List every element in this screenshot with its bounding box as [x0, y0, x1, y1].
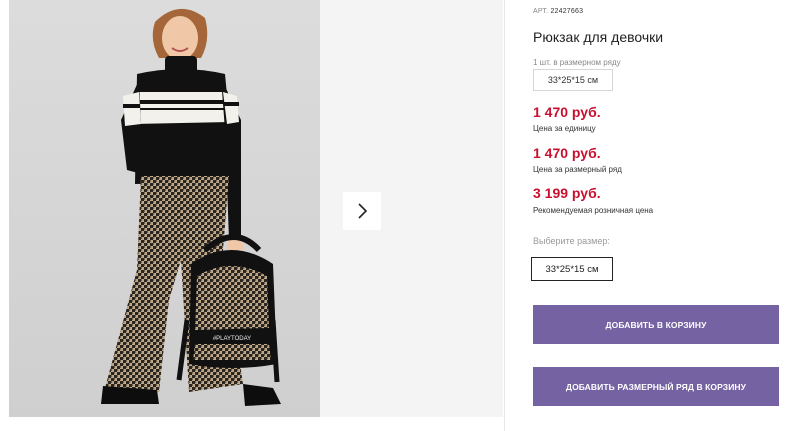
article-label: АРТ. — [533, 8, 549, 15]
product-photo: #PLAYTODAY — [9, 0, 320, 417]
retail-price-label: Рекомендуемая розничная цена — [533, 206, 654, 215]
retail-price: 3 199 руб. — [533, 185, 601, 201]
row-price-label: Цена за размерный ряд — [533, 165, 622, 174]
article-value: 22427663 — [550, 8, 584, 15]
unit-price: 1 470 руб. — [533, 104, 601, 120]
size-select-label: Выберите размер: — [533, 236, 610, 246]
unit-price-label: Цена за единицу — [533, 124, 596, 133]
column-divider — [504, 0, 505, 431]
add-to-cart-button[interactable]: ДОБАВИТЬ В КОРЗИНУ — [533, 305, 779, 344]
product-page: #PLAYTODAY АРТ. 22427663 Рюкзак для дево… — [0, 0, 800, 431]
row-price: 1 470 руб. — [533, 145, 601, 161]
backpack-brand-text: #PLAYTODAY — [213, 336, 251, 342]
next-photo-button[interactable] — [343, 192, 381, 230]
add-row-to-cart-button[interactable]: ДОБАВИТЬ РАЗМЕРНЫЙ РЯД В КОРЗИНУ — [533, 367, 779, 406]
product-title: Рюкзак для девочки — [533, 29, 664, 45]
size-option-selected[interactable]: 33*25*15 см — [531, 257, 613, 281]
chevron-right-icon — [358, 203, 368, 219]
row-size-box: 33*25*15 см — [533, 69, 613, 91]
article-number: АРТ. 22427663 — [533, 8, 583, 15]
row-quantity-text: 1 шт. в размерном ряду — [533, 58, 621, 67]
